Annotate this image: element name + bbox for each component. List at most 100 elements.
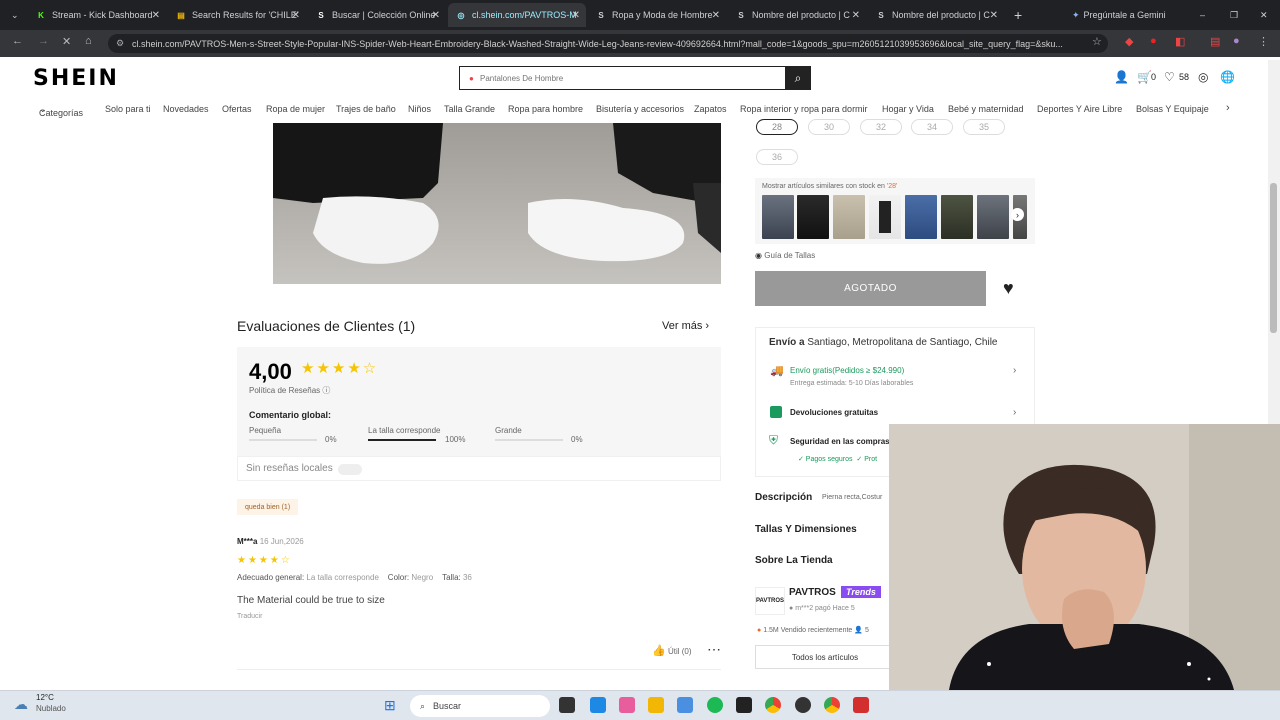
more-options-icon[interactable]: ⋯ <box>707 641 721 658</box>
size-dimensions-heading[interactable]: Tallas Y Dimensiones <box>755 524 857 535</box>
extension-icon[interactable]: ▤ <box>1210 35 1220 48</box>
local-review-toggle[interactable] <box>338 464 362 475</box>
close-icon[interactable]: ✕ <box>432 10 440 21</box>
home-icon[interactable]: ⌂ <box>85 35 92 47</box>
new-tab-button[interactable]: + <box>1006 3 1028 27</box>
review-policy[interactable]: Política de Reseñas ⓘ <box>249 385 330 396</box>
app-icon[interactable] <box>677 697 693 713</box>
size-option-34[interactable]: 34 <box>911 119 953 135</box>
nav-item[interactable]: Solo para ti <box>105 104 151 114</box>
app-icon[interactable] <box>619 697 635 713</box>
nav-item[interactable]: Talla Grande <box>444 104 495 114</box>
tab-shein-active[interactable]: ◎ cl.shein.com/PAVTROS-M ✕ <box>448 3 586 27</box>
nav-item[interactable]: Ropa de mujer <box>266 104 325 114</box>
site-info-icon[interactable]: ⚙ <box>116 38 124 49</box>
nav-item[interactable]: Bisutería y accesorios <box>596 104 684 114</box>
support-icon[interactable]: ◎ <box>1198 70 1208 84</box>
tab-search-menu[interactable]: ⌄ <box>3 3 25 27</box>
tab-ropa-hombre[interactable]: S Ropa y Moda de Hombre ✕ <box>588 3 726 27</box>
avatar[interactable]: ● <box>1233 35 1240 47</box>
extension-icon[interactable]: ● <box>1150 35 1157 47</box>
useful-button[interactable]: 👍 Útil (0) <box>652 644 692 657</box>
app-icon[interactable] <box>590 697 606 713</box>
extension-icon[interactable]: ◧ <box>1175 35 1185 48</box>
menu-icon[interactable]: ⋮ <box>1258 35 1269 48</box>
file-explorer-icon[interactable] <box>648 697 664 713</box>
windows-start-icon[interactable]: ⊞ <box>384 697 396 714</box>
similar-item-thumb[interactable] <box>869 195 901 239</box>
nav-item[interactable]: Zapatos <box>694 104 727 114</box>
chevron-right-icon[interactable]: › <box>1226 102 1230 114</box>
forward-icon[interactable]: → <box>38 35 49 47</box>
obs-icon[interactable] <box>795 697 811 713</box>
nav-item[interactable]: Trajes de baño <box>336 104 396 114</box>
nav-item[interactable]: Hogar y Vida <box>882 104 934 114</box>
globe-icon[interactable]: 🌐 <box>1220 70 1235 84</box>
nav-item[interactable]: Deportes Y Aire Libre <box>1037 104 1122 114</box>
close-icon[interactable]: ✕ <box>712 10 720 21</box>
user-icon[interactable]: 👤 <box>1114 70 1129 84</box>
maximize-button[interactable]: ❐ <box>1222 3 1242 27</box>
scrollbar-thumb[interactable] <box>1270 183 1277 333</box>
store-name[interactable]: PAVTROS <box>789 587 836 598</box>
chevron-right-icon[interactable]: › <box>1013 365 1016 376</box>
search-button[interactable]: ⌕ <box>785 66 811 90</box>
close-icon[interactable]: ✕ <box>292 10 300 21</box>
free-shipping[interactable]: Envío gratis(Pedidos ≥ $24.990) <box>790 366 904 375</box>
stop-icon[interactable]: ✕ <box>62 35 71 48</box>
chrome-icon[interactable] <box>765 697 781 713</box>
secure-shopping[interactable]: Seguridad en las compras <box>790 437 890 446</box>
chrome-icon[interactable] <box>824 697 840 713</box>
similar-item-thumb[interactable] <box>941 195 973 239</box>
shein-logo[interactable]: SHEIN <box>33 66 119 91</box>
size-guide-link[interactable]: ◉ Guía de Tallas <box>755 251 815 260</box>
about-store-heading[interactable]: Sobre La Tienda <box>755 555 833 566</box>
address-bar[interactable]: ⚙ cl.shein.com/PAVTROS-Men-s-Street-Style… <box>108 34 1108 53</box>
tab-producto-2[interactable]: S Nombre del producto | C ✕ <box>868 3 1004 27</box>
nav-item[interactable]: Niños <box>408 104 431 114</box>
nav-item[interactable]: Novedades <box>163 104 209 114</box>
nav-item[interactable]: Ropa interior y ropa para dormir <box>740 104 868 114</box>
sold-out-button[interactable]: AGOTADO <box>755 271 986 306</box>
weather-icon[interactable]: ☁ <box>14 696 28 713</box>
tab-search-results[interactable]: ▤ Search Results for 'CHILE' ✕ <box>168 3 306 27</box>
heart-icon[interactable]: ♥ <box>1003 278 1014 299</box>
cart-icon[interactable]: 🛒 <box>1137 70 1152 84</box>
similar-item-thumb[interactable] <box>977 195 1009 239</box>
search-input[interactable] <box>460 67 785 89</box>
close-icon[interactable]: ✕ <box>990 10 998 21</box>
nav-item[interactable]: Ropa para hombre <box>508 104 583 114</box>
nav-item-categorias[interactable]: Categorías ⌄ <box>39 104 83 118</box>
see-more-link[interactable]: Ver más › <box>662 320 709 332</box>
window-close-button[interactable]: ✕ <box>1252 3 1272 27</box>
nav-item[interactable]: Bebé y maternidad <box>948 104 1024 114</box>
similar-item-thumb[interactable] <box>762 195 794 239</box>
description-heading[interactable]: Descripción <box>755 492 812 503</box>
close-icon[interactable]: ✕ <box>152 10 160 21</box>
wishlist-icon[interactable]: ♡ <box>1164 70 1175 84</box>
size-option-28[interactable]: 28 <box>756 119 798 135</box>
size-option-30[interactable]: 30 <box>808 119 850 135</box>
extension-icon[interactable]: ◆ <box>1125 35 1133 48</box>
app-icon[interactable] <box>736 697 752 713</box>
spotify-icon[interactable] <box>707 697 723 713</box>
size-option-32[interactable]: 32 <box>860 119 902 135</box>
bookmark-star-icon[interactable]: ☆ <box>1092 35 1102 48</box>
similar-item-thumb[interactable] <box>833 195 865 239</box>
review-tag[interactable]: queda bien (1) <box>237 499 299 515</box>
tab-coleccion[interactable]: S Buscar | Colección Online ✕ <box>308 3 446 27</box>
minimize-button[interactable]: – <box>1192 3 1212 27</box>
task-view-icon[interactable] <box>559 697 575 713</box>
nav-item[interactable]: Ofertas <box>222 104 252 114</box>
translate-link[interactable]: Traducir <box>237 613 262 620</box>
chevron-right-icon[interactable]: › <box>1011 208 1024 221</box>
product-image[interactable] <box>273 123 721 284</box>
store-logo[interactable]: PAVTROS <box>755 587 785 615</box>
all-items-button[interactable]: Todos los artículos <box>755 645 895 669</box>
similar-item-thumb[interactable] <box>905 195 937 239</box>
app-icon[interactable] <box>853 697 869 713</box>
weather-temp[interactable]: 12°C <box>36 693 54 702</box>
close-icon[interactable]: ✕ <box>852 10 860 21</box>
back-icon[interactable]: ← <box>12 35 23 47</box>
similar-item-thumb[interactable] <box>797 195 829 239</box>
